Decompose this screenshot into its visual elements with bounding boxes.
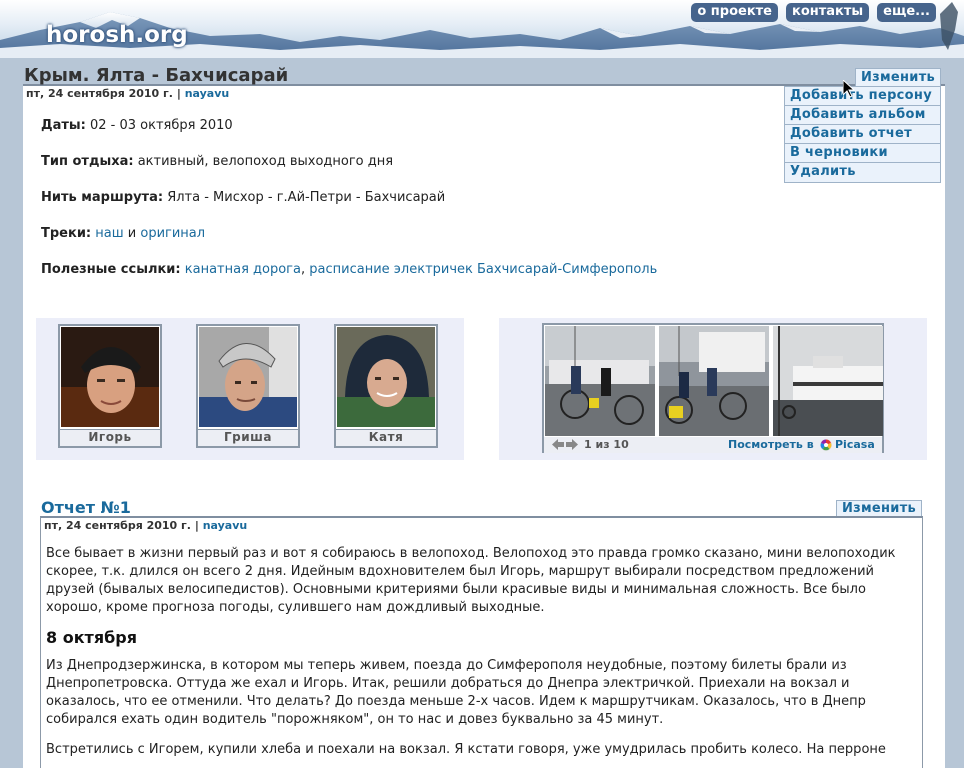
info-tracks: Треки: наш и оригинал — [41, 226, 761, 262]
report-date: пт, 24 сентября 2010 г. — [44, 519, 191, 532]
photo-album-panel: 1 из 10 Посмотреть в Picasa — [499, 318, 927, 460]
prev-arrow-icon[interactable] — [552, 439, 564, 453]
participants-panel: Игорь Гриша Катя — [36, 318, 464, 460]
person-photo — [61, 327, 159, 427]
view-in-picasa-link[interactable]: Посмотреть в — [728, 438, 814, 451]
nav-more-button[interactable]: еще... — [877, 3, 936, 22]
type-label: Тип отдыха: — [41, 154, 134, 169]
train-schedule-link[interactable]: расписание электричек Бахчисарай-Симферо… — [309, 262, 657, 277]
post-date: пт, 24 сентября 2010 г. — [26, 87, 173, 100]
info-links: Полезные ссылки: канатная дорога, распис… — [41, 262, 761, 298]
tracks-conj: и — [127, 226, 137, 241]
mouse-cursor-icon — [842, 78, 856, 102]
add-report-item[interactable]: Добавить отчет — [785, 125, 940, 144]
report-edit-button[interactable]: Изменить — [836, 500, 922, 517]
report-meta-separator: | — [194, 519, 199, 532]
trip-info: Даты: 02 - 03 октября 2010 Тип отдыха: а… — [41, 118, 761, 298]
trip-page: Крым. Ялта - Бахчисарай пт, 24 сентября … — [23, 64, 945, 768]
tracks-label: Треки: — [41, 226, 92, 241]
page-frame: Крым. Ялта - Бахчисарай пт, 24 сентября … — [3, 58, 961, 768]
info-type: Тип отдыха: активный, велопоход выходног… — [41, 154, 761, 190]
type-value: активный, велопоход выходного дня — [137, 154, 394, 169]
next-arrow-icon[interactable] — [566, 439, 578, 453]
report-meta: пт, 24 сентября 2010 г. | nayavu — [44, 519, 247, 532]
cable-car-link[interactable]: канатная дорога — [185, 262, 301, 277]
info-route: Нить маршрута: Ялта - Мисхор - г.Ай-Петр… — [41, 190, 761, 226]
track-ours-link[interactable]: наш — [95, 226, 123, 241]
picasa-icon — [820, 439, 832, 454]
meta-separator: | — [176, 87, 181, 100]
to-drafts-item[interactable]: В черновики — [785, 144, 940, 163]
report-paragraph: Все бывает в жизни первый раз и вот я со… — [46, 546, 896, 615]
album-thumbnail[interactable] — [659, 326, 769, 436]
nav-contacts-button[interactable]: контакты — [786, 3, 870, 22]
route-value: Ялта - Мисхор - г.Ай-Петри - Бахчисарай — [167, 190, 446, 205]
site-logo[interactable]: horosh.org — [46, 22, 188, 48]
report-title[interactable]: Отчет №1 — [41, 498, 131, 517]
author-link[interactable]: nayavu — [185, 87, 230, 100]
edit-button[interactable]: Изменить — [855, 68, 941, 86]
track-original-link[interactable]: оригинал — [140, 226, 205, 241]
actions-menu: Добавить персону Добавить альбом Добавит… — [784, 86, 941, 183]
site-header: horosh.org о проекте контакты еще... — [0, 0, 964, 58]
delete-item[interactable]: Удалить — [785, 163, 940, 182]
add-person-item[interactable]: Добавить персону — [785, 87, 940, 106]
person-name: Игорь — [60, 429, 160, 446]
person-card[interactable]: Гриша — [196, 324, 300, 448]
dates-value: 02 - 03 октября 2010 — [89, 118, 233, 133]
album-thumbnail[interactable] — [773, 326, 883, 436]
person-photo — [337, 327, 435, 427]
picasa-label[interactable]: Picasa — [835, 438, 875, 451]
route-label: Нить маршрута: — [41, 190, 164, 205]
nav-about-button[interactable]: о проекте — [691, 3, 778, 22]
links-label: Полезные ссылки: — [41, 262, 181, 277]
album-slideshow: 1 из 10 Посмотреть в Picasa — [542, 323, 884, 453]
links-comma: , — [300, 262, 306, 277]
dates-label: Даты: — [41, 118, 86, 133]
report-paragraph: Из Днепродзержинска, в котором мы теперь… — [46, 658, 866, 727]
album-navigation: 1 из 10 Посмотреть в Picasa — [544, 437, 882, 453]
top-navigation: о проекте контакты еще... — [691, 3, 936, 22]
post-meta: пт, 24 сентября 2010 г. | nayavu — [26, 87, 229, 100]
album-thumbnail[interactable] — [545, 326, 655, 436]
info-dates: Даты: 02 - 03 октября 2010 — [41, 118, 761, 154]
report-body: пт, 24 сентября 2010 г. | nayavu Все быв… — [40, 516, 923, 768]
page-title: Крым. Ялта - Бахчисарай — [24, 65, 289, 86]
album-counter: 1 из 10 — [584, 438, 629, 451]
report-text: Все бывает в жизни первый раз и вот я со… — [46, 545, 916, 768]
report-paragraph: Встретились с Игорем, купили хлеба и пое… — [46, 742, 886, 757]
report-heading: 8 октября — [46, 628, 137, 647]
title-bar: Крым. Ялта - Бахчисарай — [23, 64, 945, 86]
person-photo — [199, 327, 297, 427]
add-album-item[interactable]: Добавить альбом — [785, 106, 940, 125]
person-name: Гриша — [198, 429, 298, 446]
person-name: Катя — [336, 429, 436, 446]
person-card[interactable]: Катя — [334, 324, 438, 448]
report-author-link[interactable]: nayavu — [203, 519, 248, 532]
person-card[interactable]: Игорь — [58, 324, 162, 448]
